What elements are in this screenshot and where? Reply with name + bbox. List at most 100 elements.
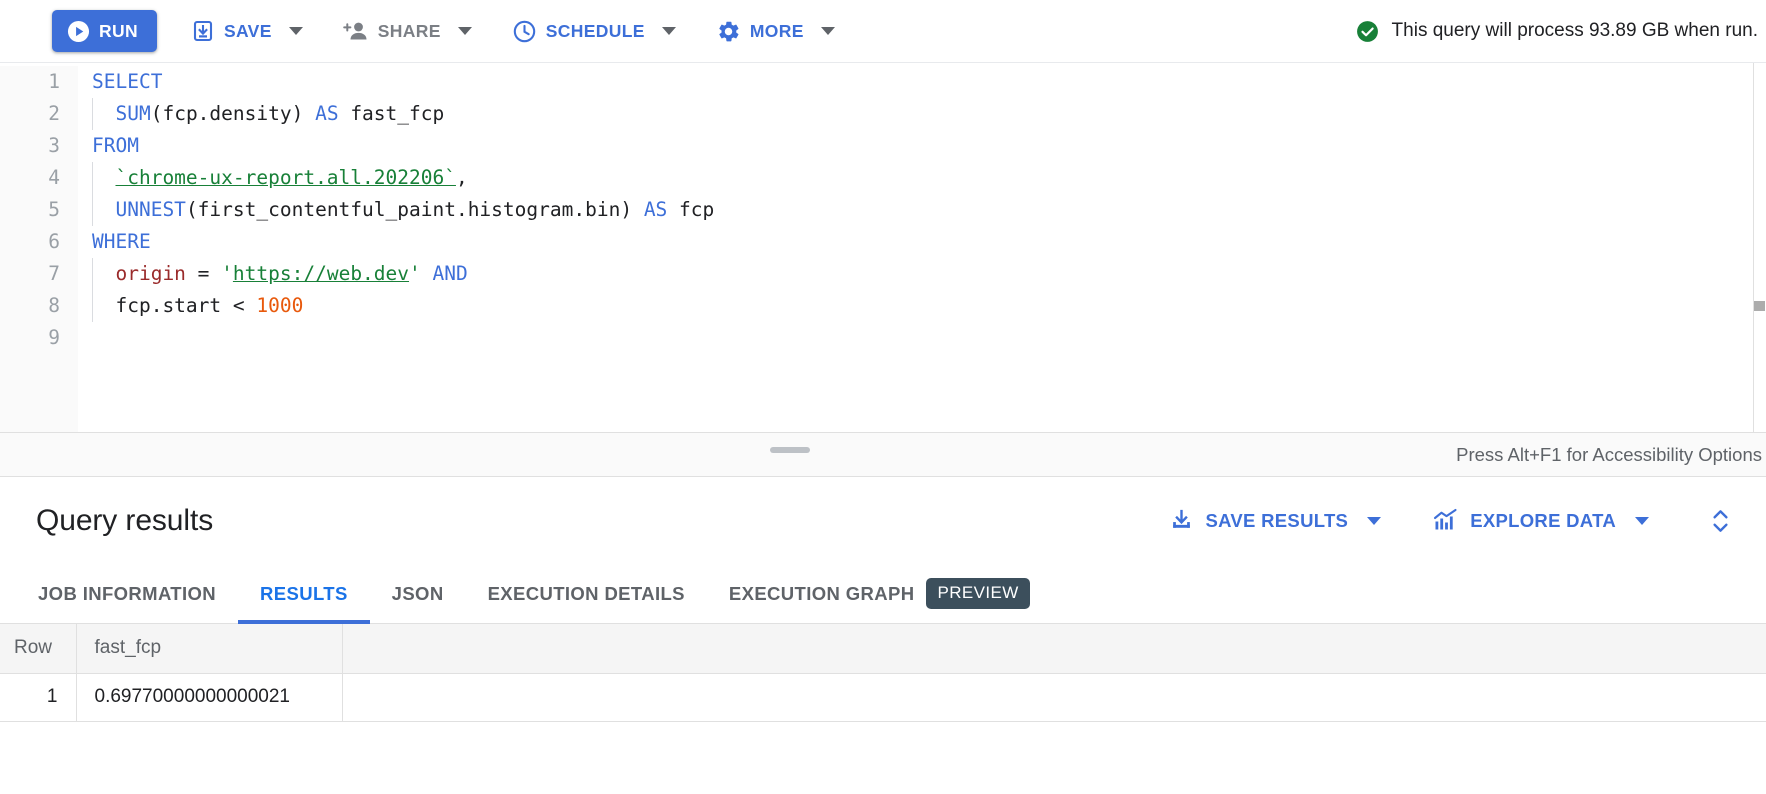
sql-line: origin = 'https://web.dev' AND: [92, 258, 1766, 290]
tab-execution-details[interactable]: EXECUTION DETAILS: [466, 564, 707, 623]
sql-token: 1000: [256, 294, 304, 317]
editor-vertical-scrollbar[interactable]: [1754, 63, 1766, 432]
indent-guide: [92, 162, 93, 194]
share-button-label: SHARE: [377, 20, 441, 41]
sql-line: SUM(fcp.density) AS fast_fcp: [92, 98, 1766, 130]
sql-editor-content[interactable]: 1 2 3 4 5 6 7 8 9 SELECT SUM(fcp.density…: [0, 63, 1766, 432]
line-number: 6: [48, 230, 60, 253]
indent-guide: [92, 290, 93, 322]
sql-token: https://web.dev: [232, 262, 410, 285]
save-button-label: SAVE: [223, 20, 272, 41]
schedule-button[interactable]: SCHEDULE: [506, 10, 682, 52]
results-table-body: 1 0.69770000000000021: [0, 673, 1766, 722]
tab-results[interactable]: RESULTS: [238, 564, 370, 624]
sql-token: UNNEST: [115, 198, 186, 221]
sql-line: UNNEST(first_contentful_paint.histogram.…: [92, 194, 1766, 226]
save-button[interactable]: SAVE: [185, 10, 309, 52]
explore-data-label: EXPLORE DATA: [1470, 509, 1616, 531]
share-button[interactable]: SHARE: [337, 10, 478, 52]
indent-guide: [92, 258, 93, 290]
sql-line: WHERE: [92, 226, 1766, 258]
run-button[interactable]: RUN: [52, 10, 157, 52]
editor-scrollbar-thumb[interactable]: [1754, 301, 1765, 311]
chart-icon: [1433, 508, 1459, 533]
sql-editor[interactable]: 1 2 3 4 5 6 7 8 9 SELECT SUM(fcp.density…: [0, 63, 1766, 433]
unfold-more-icon: [1707, 506, 1734, 536]
results-actions: SAVE RESULTS EXPLORE DATA: [1123, 500, 1744, 541]
sql-line: fcp.start < 1000: [92, 290, 1766, 322]
sql-token: WHERE: [92, 230, 151, 253]
sql-token: (first_contentful_paint.histogram.bin): [185, 198, 644, 221]
line-number: 1: [48, 70, 60, 93]
query-cost-status: This query will process 93.89 GB when ru…: [1355, 19, 1758, 44]
chevron-down-icon[interactable]: [457, 27, 472, 35]
sql-token: SUM: [115, 102, 151, 125]
save-icon: [191, 19, 215, 43]
column-header-row[interactable]: Row: [0, 624, 77, 674]
indent-guide: [92, 98, 93, 130]
results-tabs: JOB INFORMATION RESULTS JSON EXECUTION DETA…: [0, 564, 1766, 624]
line-number: 2: [48, 102, 60, 125]
tab-label: EXECUTION GRAPH: [728, 582, 915, 604]
gear-icon: [716, 19, 741, 44]
sql-token: ,: [455, 166, 468, 189]
accessibility-hint: Press Alt+F1 for Accessibility Options: [1456, 443, 1762, 465]
more-button-label: MORE: [749, 20, 804, 41]
line-number: 8: [48, 294, 60, 317]
line-number: 4: [48, 166, 60, 189]
run-button-label: RUN: [99, 20, 138, 41]
clock-icon: [512, 19, 537, 44]
chevron-down-icon[interactable]: [661, 27, 676, 35]
chevron-down-icon[interactable]: [1367, 516, 1382, 525]
save-results-button[interactable]: SAVE RESULTS: [1163, 500, 1387, 541]
preview-badge: PREVIEW: [926, 578, 1030, 609]
tab-label: RESULTS: [260, 582, 348, 604]
table-row[interactable]: 1 0.69770000000000021: [0, 673, 1766, 722]
sql-token: fast_fcp: [338, 102, 445, 125]
table-header-row: Row fast_fcp: [0, 624, 1766, 674]
tab-execution-graph[interactable]: EXECUTION GRAPH PREVIEW: [707, 564, 1052, 623]
tab-label: JSON: [391, 582, 444, 604]
cell-row-number: 1: [0, 673, 77, 722]
line-number: 5: [48, 198, 60, 221]
indent-guide: [92, 194, 93, 226]
query-cost-text: This query will process 93.89 GB when ru…: [1391, 20, 1758, 41]
sql-token: ': [409, 262, 421, 285]
chevron-down-icon[interactable]: [288, 27, 303, 35]
sql-line: [92, 322, 1766, 354]
expand-collapse-button[interactable]: [1707, 506, 1734, 536]
line-number: 9: [48, 326, 60, 349]
sql-token: fcp.start <: [92, 294, 257, 317]
more-button[interactable]: MORE: [710, 10, 841, 52]
column-header-fast-fcp[interactable]: fast_fcp: [76, 624, 343, 674]
sql-token: AS: [315, 102, 339, 125]
tab-json[interactable]: JSON: [370, 564, 466, 623]
chevron-down-icon[interactable]: [820, 27, 835, 35]
sql-token: AND: [432, 262, 468, 285]
sql-token: (fcp.density): [150, 102, 316, 125]
sql-code-area[interactable]: SELECT SUM(fcp.density) AS fast_fcp FROM …: [78, 66, 1766, 432]
tab-label: EXECUTION DETAILS: [487, 582, 685, 604]
tab-job-information[interactable]: JOB INFORMATION: [16, 564, 238, 623]
check-circle-icon: [1355, 19, 1380, 44]
results-table: Row fast_fcp 1 0.69770000000000021: [0, 624, 1766, 722]
sql-token: AS: [643, 198, 668, 221]
line-number: 3: [48, 134, 60, 157]
panel-resize-handle[interactable]: [770, 447, 810, 453]
schedule-button-label: SCHEDULE: [545, 20, 645, 41]
sql-token: origin: [115, 262, 186, 285]
results-table-head: Row fast_fcp: [0, 624, 1766, 674]
column-header-blank: [342, 624, 1766, 674]
chevron-down-icon[interactable]: [1635, 516, 1649, 525]
sql-token: `chrome-ux-report.all.202206`: [115, 166, 456, 189]
line-number: 7: [48, 262, 60, 285]
page-title: Query results: [36, 503, 214, 537]
query-toolbar: RUN SAVE SHARE SCHEDULE MORE This query …: [0, 0, 1766, 63]
explore-data-button[interactable]: EXPLORE DATA: [1427, 500, 1655, 541]
sql-token: FROM: [92, 134, 139, 157]
